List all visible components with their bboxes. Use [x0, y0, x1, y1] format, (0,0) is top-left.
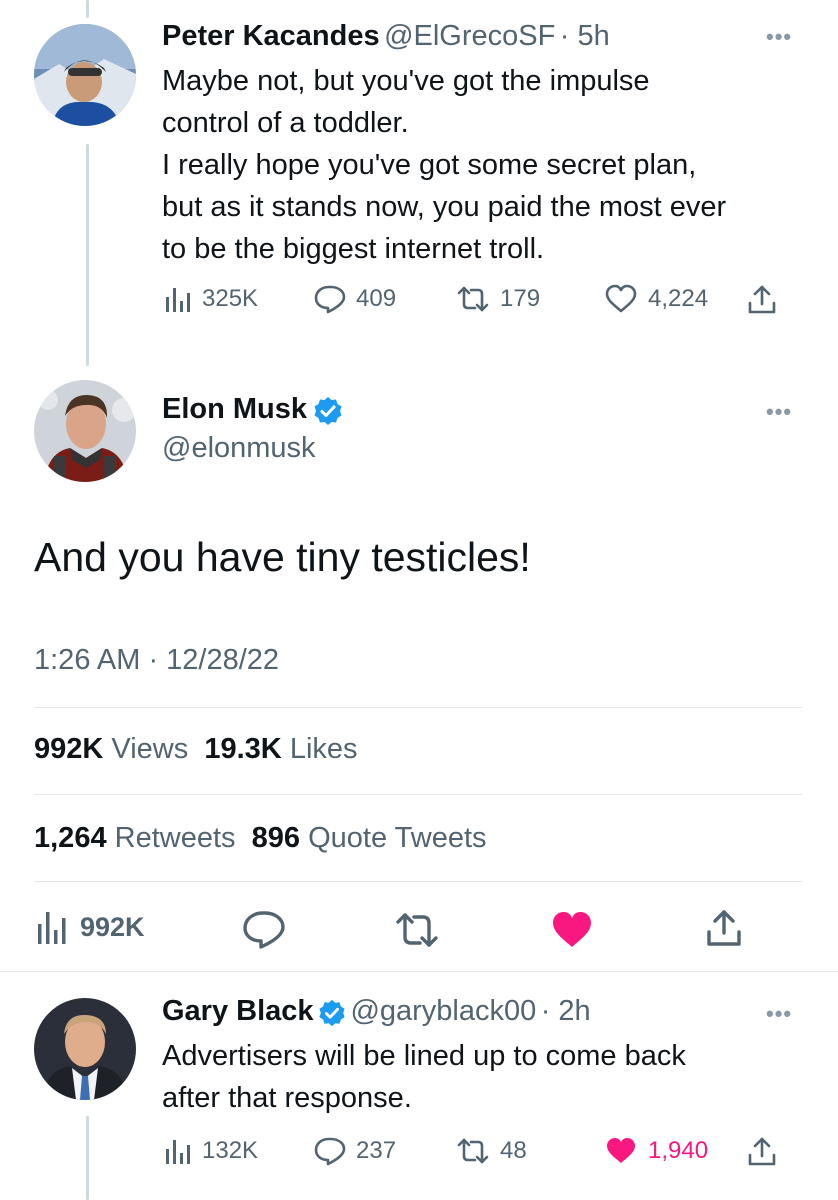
quotes-stat-count: 896 — [251, 822, 301, 854]
divider — [34, 881, 802, 882]
tweet-timestamp[interactable]: 1:26 AM · 12/28/22 — [34, 644, 279, 677]
thread-line — [86, 1116, 89, 1200]
retweets-stat-label: Retweets — [114, 822, 236, 854]
tweet-line: to be the biggest internet troll. — [162, 233, 545, 265]
quotes-stat[interactable]: 896 Quote Tweets — [252, 822, 487, 854]
share-icon — [748, 285, 776, 314]
divider — [34, 707, 802, 708]
reply-button[interactable]: 237 — [314, 1136, 396, 1166]
reply-count: 237 — [356, 1137, 397, 1164]
share-button[interactable] — [746, 1136, 778, 1168]
views-likes-stats: 992K Views 19.3K Likes — [34, 733, 358, 766]
views-icon — [38, 912, 66, 944]
author-name[interactable]: Gary Black — [162, 995, 314, 1027]
reply-icon — [243, 911, 285, 949]
more-icon[interactable]: ••• — [766, 1001, 792, 1027]
tweet-time[interactable]: · 5h — [560, 20, 610, 52]
like-icon — [553, 912, 591, 947]
retweet-count: 179 — [500, 285, 541, 312]
verified-badge-icon — [314, 396, 342, 425]
tweet3-header: Gary Black @garyblack00 · 2h — [162, 995, 591, 1028]
quotes-stat-label: Quote Tweets — [308, 822, 487, 854]
views-count: 992K — [80, 911, 145, 942]
tweet3-text: Advertisers will be lined up to come bac… — [162, 1035, 812, 1119]
views-icon — [166, 1140, 190, 1164]
views-stat-label: Views — [111, 733, 189, 765]
tweet1-header: Peter Kacandes @ElGrecoSF · 5h — [162, 20, 610, 53]
retweet-icon — [396, 913, 438, 947]
retweet-count: 48 — [500, 1137, 527, 1164]
retweets-stat-count: 1,264 — [34, 822, 107, 854]
verified-badge-icon — [319, 999, 345, 1026]
like-icon — [607, 1138, 635, 1163]
tweet-line: control of a toddler. — [162, 107, 409, 139]
tweet-line: but as it stands now, you paid the most … — [162, 191, 727, 223]
retweet-button[interactable] — [394, 910, 440, 950]
author-handle[interactable]: @elonmusk — [162, 432, 316, 465]
like-button[interactable]: 1,940 — [604, 1136, 708, 1166]
like-count: 4,224 — [648, 285, 709, 312]
likes-stat-count: 19.3K — [204, 733, 282, 765]
reply-button[interactable] — [242, 910, 286, 950]
share-icon — [707, 910, 741, 946]
retweet-icon — [457, 286, 489, 312]
thread-line-top — [86, 0, 89, 18]
like-button[interactable]: 4,224 — [604, 284, 708, 314]
main-tweet-text: And you have tiny testicles! — [34, 534, 531, 580]
retweet-button[interactable]: 179 — [456, 284, 540, 314]
reply-button[interactable]: 409 — [314, 284, 396, 314]
views-icon — [166, 288, 190, 312]
tweet-line: after that response. — [162, 1082, 412, 1114]
divider — [0, 971, 838, 972]
like-icon — [605, 284, 637, 313]
like-button[interactable] — [550, 910, 594, 950]
share-button[interactable] — [746, 284, 778, 316]
tweet-line: Advertisers will be lined up to come bac… — [162, 1040, 686, 1072]
reply-icon — [314, 1137, 346, 1166]
avatar-peter[interactable] — [34, 24, 136, 126]
reply-count: 409 — [356, 285, 397, 312]
retweet-quote-stats: 1,264 Retweets 896 Quote Tweets — [34, 822, 487, 855]
tweet-line: I really hope you've got some secret pla… — [162, 149, 697, 181]
views-stat[interactable]: 992K Views — [34, 733, 188, 765]
retweets-stat[interactable]: 1,264 Retweets — [34, 822, 236, 854]
retweet-icon — [457, 1138, 489, 1164]
views-button[interactable]: 132K — [162, 1136, 258, 1166]
tweet-time[interactable]: · 2h — [541, 995, 591, 1027]
tweet1-text: Maybe not, but you've got the impulse co… — [162, 60, 812, 270]
more-icon[interactable]: ••• — [766, 24, 792, 50]
more-icon[interactable]: ••• — [766, 399, 792, 425]
main-author: Elon Musk — [162, 393, 343, 426]
author-name[interactable]: Elon Musk — [162, 393, 307, 425]
likes-stat[interactable]: 19.3K Likes — [204, 733, 357, 765]
thread-line — [86, 144, 89, 366]
reply-icon — [314, 285, 346, 314]
share-icon — [748, 1137, 776, 1166]
likes-stat-label: Likes — [289, 733, 358, 765]
author-name[interactable]: Peter Kacandes — [162, 20, 380, 52]
views-stat-count: 992K — [34, 733, 104, 765]
avatar-gary[interactable] — [34, 998, 136, 1100]
author-handle[interactable]: @ElGrecoSF — [384, 20, 555, 52]
views-count: 325K — [202, 285, 259, 312]
author-handle[interactable]: @garyblack00 — [350, 995, 536, 1027]
views-count: 132K — [202, 1137, 259, 1164]
share-button[interactable] — [704, 908, 744, 948]
views-button[interactable]: 325K — [162, 284, 258, 314]
like-count: 1,940 — [648, 1137, 709, 1164]
views-button[interactable]: 992K — [34, 908, 145, 946]
avatar-elon[interactable] — [34, 380, 136, 482]
retweet-button[interactable]: 48 — [456, 1136, 527, 1166]
tweet-line: Maybe not, but you've got the impulse — [162, 65, 650, 97]
divider — [34, 794, 802, 795]
